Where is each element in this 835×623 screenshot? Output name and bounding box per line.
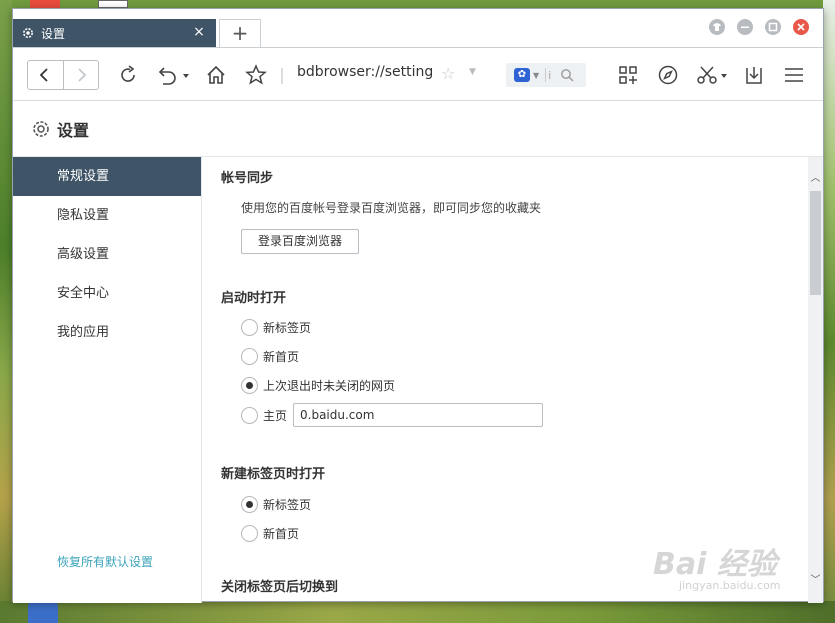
browser-window: 设置 × + bdbrowser://settings ☆ ▼ ✿ ▼ i 设置… [12, 8, 824, 603]
settings-content: 帐号同步 使用您的百度帐号登录百度浏览器，即可同步您的收藏夹 登录百度浏览器 启… [203, 157, 808, 603]
desktop-background-right [823, 0, 835, 623]
menu-button[interactable] [781, 62, 807, 88]
chevron-right-icon [78, 68, 87, 82]
section-title-startup: 启动时打开 [221, 291, 287, 306]
startup-option-restore-session[interactable]: 上次退出时未关闭的网页 [241, 377, 395, 394]
desktop-icon-blue[interactable] [28, 602, 58, 623]
engine-dropdown-icon[interactable]: ▼ [533, 71, 539, 80]
reload-button[interactable] [115, 62, 141, 88]
desktop-background-left [0, 0, 12, 623]
radio-label: 新标签页 [263, 321, 312, 335]
undo-button[interactable] [155, 62, 191, 88]
section-title-account-sync: 帐号同步 [221, 171, 274, 186]
grid-icon [619, 66, 637, 84]
scrollbar-thumb[interactable] [810, 191, 821, 295]
maximize-icon[interactable] [765, 19, 781, 35]
minimize-icon[interactable] [737, 19, 753, 35]
radio-button-selected[interactable] [241, 377, 258, 394]
home-icon [207, 65, 225, 84]
startup-option-homepage[interactable]: 主页 0.baidu.com [241, 403, 544, 427]
bookmark-button[interactable] [243, 62, 269, 88]
radio-button[interactable] [241, 406, 258, 424]
radio-label: 上次退出时未关闭的网页 [263, 379, 396, 393]
homepage-url-input[interactable]: 0.baidu.com [293, 403, 544, 427]
tab-close-icon[interactable]: × [192, 25, 206, 39]
gear-icon [23, 28, 33, 38]
url-favorite-icon[interactable]: ☆ [441, 64, 455, 83]
toolbar-divider [281, 68, 283, 84]
home-button[interactable] [203, 62, 229, 88]
undo-icon [158, 67, 189, 85]
scroll-down-icon[interactable]: ﹀ [808, 573, 823, 588]
close-icon[interactable] [793, 19, 809, 35]
radio-label: 新首页 [263, 350, 300, 364]
screenshot-button[interactable] [695, 62, 731, 88]
section-title-newtab: 新建标签页时打开 [221, 467, 326, 482]
radio-label: 主页 [263, 408, 288, 423]
apps-button[interactable] [615, 62, 641, 88]
chevron-left-icon [39, 68, 48, 82]
startup-option-newtab[interactable]: 新标签页 [241, 319, 311, 336]
newtab-option-newtab[interactable]: 新标签页 [241, 496, 311, 513]
sidebar-item-advanced[interactable]: 高级设置 [13, 235, 201, 274]
download-icon [746, 67, 762, 84]
title-bar: 设置 × + [13, 9, 823, 47]
radio-button[interactable] [241, 348, 258, 365]
search-icon[interactable] [560, 68, 574, 82]
radio-dot [246, 382, 253, 389]
radio-label: 新首页 [263, 527, 300, 541]
desktop-background-bottom [0, 601, 835, 623]
radio-dot [246, 501, 253, 508]
search-input[interactable]: i [548, 69, 556, 82]
startup-option-new-homepage[interactable]: 新首页 [241, 348, 299, 365]
sidebar-item-general[interactable]: 常规设置 [13, 157, 201, 196]
sidebar-item-my-apps[interactable]: 我的应用 [13, 313, 201, 352]
baidu-watermark-logo: Bai 经验 [653, 547, 777, 582]
section-title-close-tab: 关闭标签页后切换到 [221, 580, 339, 595]
baidu-watermark-url: jingyan.baidu.com [679, 579, 781, 592]
back-button[interactable] [28, 61, 63, 89]
compass-icon [658, 65, 678, 85]
forward-button[interactable] [62, 61, 99, 89]
desktop-icon-window[interactable] [98, 0, 128, 8]
settings-sidebar: 常规设置 隐私设置 高级设置 安全中心 我的应用 恢复所有默认设置 [13, 157, 202, 603]
tab-settings[interactable]: 设置 × [13, 19, 216, 47]
search-separator [545, 68, 547, 82]
skin-icon[interactable] [709, 19, 725, 35]
scrollbar[interactable]: ︿ ﹀ [808, 157, 823, 603]
radio-label: 新标签页 [263, 498, 312, 512]
desktop-icon-red[interactable] [30, 0, 60, 8]
hamburger-menu-icon [785, 68, 803, 82]
tab-title: 设置 [41, 26, 66, 41]
login-baidu-browser-button[interactable]: 登录百度浏览器 [241, 229, 359, 254]
reload-icon [121, 65, 135, 82]
radio-button[interactable] [241, 525, 258, 542]
sidebar-item-privacy[interactable]: 隐私设置 [13, 196, 201, 235]
toolbar: bdbrowser://settings ☆ ▼ ✿ ▼ i [13, 47, 823, 101]
gear-icon [33, 120, 49, 137]
url-dropdown-icon[interactable]: ▼ [469, 67, 476, 77]
radio-button-selected[interactable] [241, 496, 258, 513]
scissors-icon [697, 66, 727, 84]
address-bar[interactable]: bdbrowser://settings [297, 64, 433, 86]
sidebar-item-security[interactable]: 安全中心 [13, 274, 201, 313]
page-title: 设置 [57, 120, 90, 140]
compass-button[interactable] [655, 62, 681, 88]
account-sync-description: 使用您的百度帐号登录百度浏览器，即可同步您的收藏夹 [241, 201, 542, 215]
new-tab-button[interactable]: + [219, 19, 261, 47]
download-button[interactable] [741, 62, 767, 88]
newtab-option-new-homepage[interactable]: 新首页 [241, 525, 299, 542]
baidu-paw-icon[interactable]: ✿ [514, 68, 530, 82]
scroll-up-icon[interactable]: ︿ [808, 171, 823, 186]
restore-defaults-link[interactable]: 恢复所有默认设置 [57, 553, 153, 570]
star-icon [245, 64, 267, 85]
settings-header: 设置 [13, 101, 823, 157]
radio-button[interactable] [241, 319, 258, 336]
nav-buttons [27, 60, 99, 90]
search-box[interactable]: ✿ ▼ i [506, 63, 586, 87]
